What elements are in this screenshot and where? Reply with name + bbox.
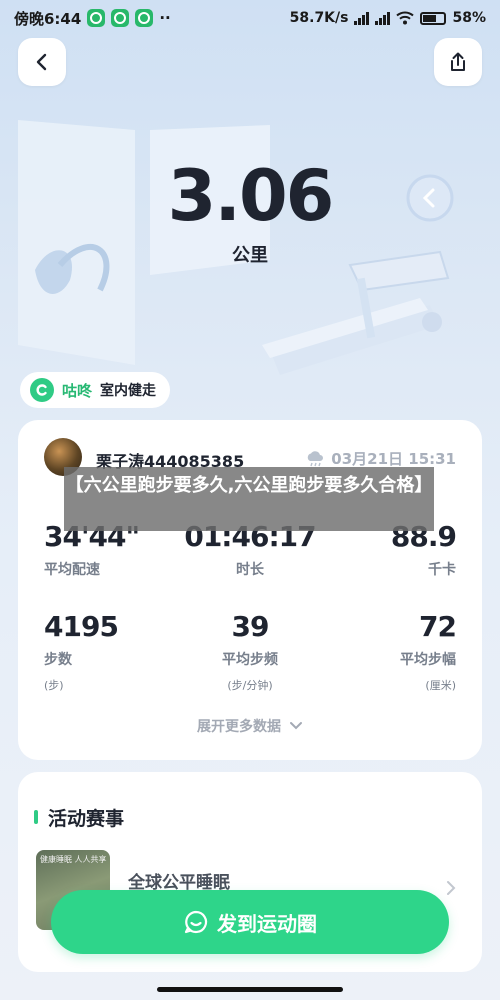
signal-icon — [354, 11, 370, 25]
distance-value: 3.06 — [167, 155, 335, 237]
source-tag[interactable]: 咕咚 室内健走 — [20, 372, 171, 408]
back-button[interactable] — [18, 38, 66, 86]
stat-steps: 4195 步数 (步) — [44, 610, 119, 693]
battery-percent: 58% — [452, 10, 486, 26]
status-bar: 傍晚6:44 ·· 58.7K/s 58% — [0, 0, 500, 36]
stat-stride: 72 平均步幅 (厘米) — [400, 610, 457, 693]
clock: 傍晚6:44 — [14, 9, 82, 28]
source-brand: 咕咚 — [62, 381, 93, 400]
post-to-feed-button[interactable]: 发到运动圈 — [51, 890, 449, 954]
stat-label: 步数 — [44, 652, 72, 668]
share-button[interactable] — [434, 38, 482, 86]
post-to-feed-label: 发到运动圈 — [217, 911, 317, 936]
stat-unit: (厘米) — [425, 679, 456, 692]
status-right: 58.7K/s 58% — [290, 10, 486, 26]
chat-bubble-icon — [184, 910, 208, 934]
events-title: 活动赛事 — [48, 808, 125, 830]
stat-label: 平均步频 — [222, 652, 278, 668]
cloud-rain-icon — [308, 450, 324, 466]
expand-more-button[interactable]: 展开更多数据 — [18, 716, 482, 736]
stat-value: 39 — [231, 610, 270, 643]
network-speed: 58.7K/s — [289, 10, 349, 26]
wifi-icon — [396, 11, 415, 25]
stat-label: 平均步幅 — [400, 652, 456, 668]
source-mode: 室内健走 — [100, 383, 157, 399]
stat-value: 72 — [419, 610, 457, 643]
distance-unit: 公里 — [232, 245, 268, 266]
share-icon — [451, 52, 465, 71]
codoon-logo-icon — [30, 378, 54, 402]
expand-more-label: 展开更多数据 — [197, 719, 281, 735]
battery-icon — [420, 11, 447, 25]
more-notifications: ·· — [159, 9, 171, 27]
event-thumb-text: 健康睡眠 人人共享 — [40, 855, 107, 864]
stat-label: 时长 — [236, 562, 264, 578]
stat-label: 千卡 — [428, 562, 456, 578]
record-time: 03月21日 15:31 — [305, 448, 456, 469]
app-icon — [87, 9, 106, 27]
app-icon — [135, 9, 154, 27]
stat-unit: (步/分钟) — [227, 679, 273, 692]
home-indicator[interactable] — [157, 987, 343, 992]
stat-label: 平均配速 — [44, 562, 100, 578]
section-accent-bar — [34, 810, 38, 824]
stat-value: 4195 — [44, 610, 119, 643]
caption-overlay: 【六公里跑步要多久,六公里跑步要多久合格】 — [64, 467, 434, 531]
chevron-left-icon — [36, 53, 47, 71]
status-left: 傍晚6:44 ·· — [14, 8, 171, 29]
stat-unit: (步) — [44, 679, 64, 692]
stat-cadence: 39 平均步频 (步/分钟) — [173, 610, 327, 693]
app-icon — [111, 9, 130, 27]
chevron-right-icon[interactable] — [446, 880, 456, 896]
record-datetime: 03月21日 15:31 — [331, 450, 456, 468]
signal-icon — [375, 11, 391, 25]
chevron-down-icon — [290, 722, 302, 730]
